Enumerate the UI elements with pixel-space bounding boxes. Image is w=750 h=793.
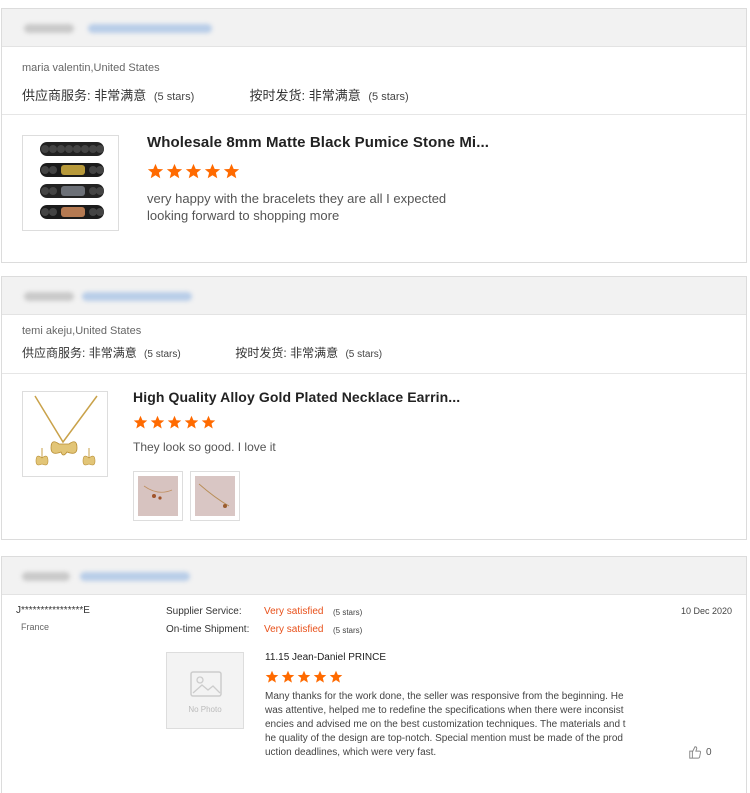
shipping-label: 按时发货:	[235, 346, 287, 360]
blurred-link	[88, 24, 212, 33]
photo-placeholder-icon	[190, 671, 222, 697]
product-thumbnail[interactable]	[22, 391, 108, 477]
shipping-label: On-time Shipment:	[166, 624, 250, 635]
review-text: Many thanks for the work done, the selle…	[265, 690, 645, 760]
review-card-2: temi akeju,United States 供应商服务: 非常满意 (5 …	[1, 276, 747, 540]
reviewer-name: J****************E	[16, 605, 90, 616]
star-icon	[150, 415, 165, 429]
rating-stars	[133, 415, 216, 430]
rating-stars	[265, 670, 343, 684]
shipping-stars: (5 stars)	[345, 349, 383, 360]
reviewer-name: temi akeju,United States	[22, 325, 142, 337]
star-icon	[223, 163, 240, 179]
supplier-stars: (5 stars)	[333, 608, 363, 617]
review-text-line: Many thanks for the work done, the selle…	[265, 691, 624, 702]
reviewer-name: maria valentin,United States	[22, 62, 160, 74]
no-photo-label: No Photo	[188, 705, 222, 714]
star-icon	[329, 670, 343, 683]
thumbs-up-icon	[689, 746, 702, 759]
product-title[interactable]: High Quality Alloy Gold Plated Necklace …	[133, 389, 460, 405]
review-card-header	[2, 9, 746, 47]
necklace-image	[34, 395, 98, 466]
star-icon	[167, 415, 182, 429]
product-title[interactable]: Wholesale 8mm Matte Black Pumice Stone M…	[147, 134, 489, 151]
rating-stars	[147, 163, 240, 180]
review-text-line: very happy with the bracelets they are a…	[147, 191, 447, 206]
supplier-label: Supplier Service:	[166, 606, 242, 617]
review-text-line: uction deadlines, which were very fast.	[265, 747, 437, 758]
shipping-value: 非常满意	[290, 346, 339, 360]
star-icon	[166, 163, 183, 179]
shipping-stars: (5 stars)	[368, 91, 409, 103]
shipping-stars: (5 stars)	[333, 626, 363, 635]
ratings-line: 供应商服务: 非常满意 (5 stars) 按时发货: 非常满意 (5 star…	[22, 344, 382, 361]
shipping-value: Very satisfied	[264, 624, 324, 635]
product-thumbnail[interactable]	[22, 135, 119, 231]
like-count: 0	[706, 746, 712, 758]
review-photo[interactable]	[133, 471, 183, 521]
review-text-line: encies and advised me on the best custom…	[265, 719, 626, 730]
star-icon	[297, 670, 311, 683]
review-text-line: he quality of the design are top-notch. …	[265, 733, 623, 744]
product-title[interactable]: 11.15 Jean-Daniel PRINCE	[265, 652, 386, 663]
review-text-line: was attentive, helped me to redefine the…	[265, 705, 624, 716]
star-icon	[265, 670, 279, 683]
supplier-stars: (5 stars)	[153, 91, 195, 103]
review-text-line: looking forward to shopping more	[147, 208, 340, 223]
blurred-label	[22, 572, 70, 581]
supplier-value: 非常满意	[88, 346, 137, 360]
supplier-label: 供应商服务:	[22, 346, 86, 360]
product-thumbnail[interactable]: No Photo	[166, 652, 244, 729]
star-icon	[184, 415, 199, 429]
star-icon	[133, 415, 148, 429]
review-date: 10 Dec 2020	[681, 606, 733, 616]
review-card-header	[2, 557, 746, 595]
blurred-label	[24, 24, 74, 33]
ratings-line: 供应商服务: 非常满意 (5 stars) 按时发货: 非常满意 (5 star…	[22, 85, 409, 104]
blurred-link	[80, 572, 190, 581]
supplier-label: 供应商服务:	[22, 88, 91, 103]
review-photo-image	[195, 476, 235, 516]
supplier-value: 非常满意	[94, 88, 147, 103]
star-icon	[147, 163, 164, 179]
supplier-stars: (5 stars)	[144, 349, 181, 360]
review-card-1: maria valentin,United States 供应商服务: 非常满意…	[1, 8, 747, 263]
bracelets-image	[40, 142, 104, 219]
review-text-line: They look so good. I love it	[133, 440, 276, 454]
review-card-header	[2, 277, 746, 315]
blurred-link	[82, 292, 192, 301]
star-icon	[281, 670, 295, 683]
reviewer-country: France	[21, 622, 50, 632]
review-photo-image	[138, 476, 178, 516]
review-text: very happy with the bracelets they are a…	[147, 190, 446, 224]
like-button[interactable]: 0	[688, 745, 712, 759]
supplier-value: Very satisfied	[264, 606, 324, 617]
star-icon	[204, 163, 221, 179]
shipping-value: 非常满意	[308, 88, 361, 103]
star-icon	[313, 670, 327, 683]
star-icon	[185, 163, 202, 179]
shipping-label: 按时发货:	[249, 88, 306, 103]
review-text: They look so good. I love it	[133, 439, 276, 456]
star-icon	[201, 415, 216, 429]
blurred-label	[24, 292, 74, 301]
review-photo[interactable]	[190, 471, 240, 521]
